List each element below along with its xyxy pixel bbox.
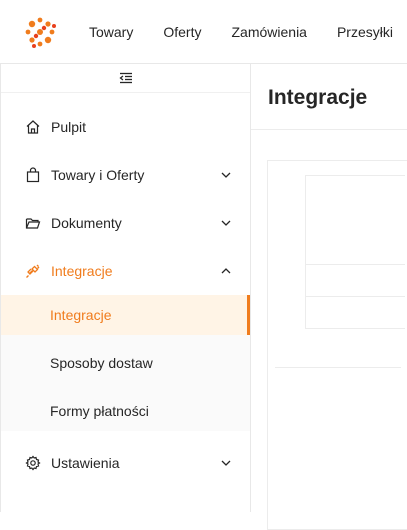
top-navigation: Towary Oferty Zamówienia Przesyłki bbox=[74, 0, 407, 64]
sidebar-item-label: Dokumenty bbox=[51, 215, 122, 231]
header-divider bbox=[251, 129, 407, 130]
main-content: Integracje bbox=[251, 64, 407, 530]
gear-icon bbox=[25, 455, 41, 471]
top-bar: Towary Oferty Zamówienia Przesyłki bbox=[0, 0, 407, 64]
integracje-submenu: Integracje Sposoby dostaw Formy płatnośc… bbox=[1, 295, 250, 431]
chevron-down-icon bbox=[221, 220, 231, 226]
submenu-item-sposoby-dostaw[interactable]: Sposoby dostaw bbox=[1, 343, 250, 383]
menu-fold-icon[interactable] bbox=[118, 72, 133, 84]
shopping-bag-icon bbox=[25, 167, 41, 183]
chevron-down-icon bbox=[221, 460, 231, 466]
topnav-item-towary[interactable]: Towary bbox=[74, 24, 148, 40]
sidebar: Pulpit Towary i Oferty Dokumenty Integra… bbox=[0, 64, 251, 512]
sidebar-item-label: Pulpit bbox=[51, 119, 87, 135]
sidebar-collapse-toggle[interactable] bbox=[1, 64, 250, 93]
sidebar-item-ustawienia[interactable]: Ustawienia bbox=[1, 439, 250, 487]
page-title: Integracje bbox=[268, 86, 368, 109]
card-divider bbox=[275, 367, 401, 368]
sidebar-item-dokumenty[interactable]: Dokumenty bbox=[1, 199, 250, 247]
sidebar-item-label: Towary i Oferty bbox=[51, 167, 145, 183]
sidebar-item-pulpit[interactable]: Pulpit bbox=[1, 103, 250, 151]
table-row-divider bbox=[306, 296, 405, 297]
sidebar-item-integracje[interactable]: Integracje bbox=[1, 247, 250, 295]
sidebar-item-label: Integracje bbox=[51, 263, 113, 279]
sidebar-item-towary-i-oferty[interactable]: Towary i Oferty bbox=[1, 151, 250, 199]
home-icon bbox=[25, 119, 41, 135]
topnav-item-zamowienia[interactable]: Zamówienia bbox=[216, 24, 321, 40]
topnav-item-oferty[interactable]: Oferty bbox=[148, 24, 216, 40]
folder-open-icon bbox=[25, 215, 41, 231]
brand-logo-icon[interactable] bbox=[22, 14, 58, 50]
plug-icon bbox=[25, 263, 41, 279]
topnav-item-przesylki[interactable]: Przesyłki bbox=[322, 24, 407, 40]
table-row-divider bbox=[306, 264, 405, 265]
sidebar-item-label: Ustawienia bbox=[51, 455, 120, 471]
submenu-item-integracje[interactable]: Integracje bbox=[1, 295, 250, 335]
content-table bbox=[305, 175, 405, 329]
submenu-item-formy-platnosci[interactable]: Formy płatności bbox=[1, 391, 250, 431]
chevron-down-icon bbox=[221, 172, 231, 178]
chevron-up-icon bbox=[221, 268, 231, 274]
